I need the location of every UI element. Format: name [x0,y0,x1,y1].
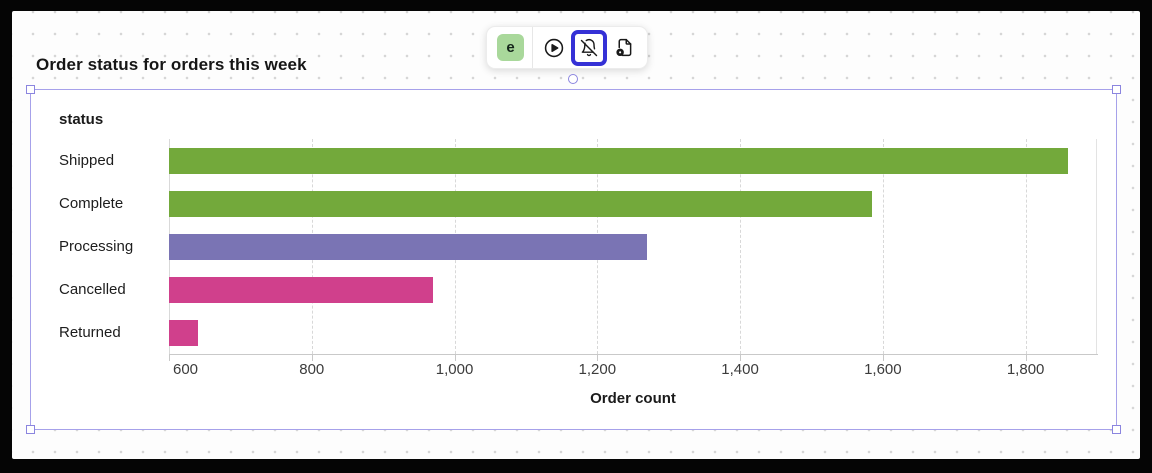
x-tick-label: 1,600 [864,361,902,378]
file-action-button[interactable] [607,31,641,65]
plot-area [169,139,1097,354]
bell-slash-icon [579,38,599,58]
y-axis-title: status [59,111,104,128]
page-title[interactable]: Order status for orders this week [36,55,307,75]
x-tick-label: 1,800 [1006,361,1045,378]
editor-canvas: Order status for orders this week e stat… [12,11,1140,459]
selection-handle-top-left[interactable] [26,85,35,94]
x-tick-label: 600 [173,361,199,378]
selection-handle-bottom-left[interactable] [26,425,35,434]
run-query-button[interactable] [537,31,571,65]
selection-handle-top-right[interactable] [1112,85,1121,94]
evidence-logo-badge[interactable]: e [497,34,524,61]
tick-mark [169,355,170,361]
category-label: Returned [59,323,121,341]
category-label: Shipped [59,151,115,169]
floating-toolbar: e [486,26,648,69]
category-label: Complete [59,194,124,212]
x-tick-label: 1,400 [721,361,759,378]
selection-handle-bottom-right[interactable] [1112,425,1121,434]
category-label: Processing [59,237,134,255]
selection-top-handle[interactable] [568,74,578,84]
x-tick-label: 800 [299,361,325,378]
category-labels: Shipped Complete Processing Cancelled Return… [59,139,167,354]
bar-shipped [169,147,1069,174]
x-axis-line [169,354,1098,355]
chart-card[interactable]: status Shipped Complete Processing Cancelle… [26,85,1121,434]
bar-processing [169,233,648,260]
bar-complete [169,190,873,217]
play-circle-icon [543,37,565,59]
photo-frame: Order status for orders this week e stat… [0,0,1152,473]
file-action-icon [614,37,635,58]
bar-cancelled [169,276,434,303]
notifications-off-button[interactable] [571,29,607,66]
x-axis-title: Order count [590,390,676,407]
x-tick-label: 1,200 [578,361,617,378]
category-label: Cancelled [59,280,126,298]
bar-returned [169,319,198,346]
plot-right-edge [1096,139,1097,354]
toolbar-divider [532,27,533,68]
x-tick-label: 1,000 [435,361,474,378]
